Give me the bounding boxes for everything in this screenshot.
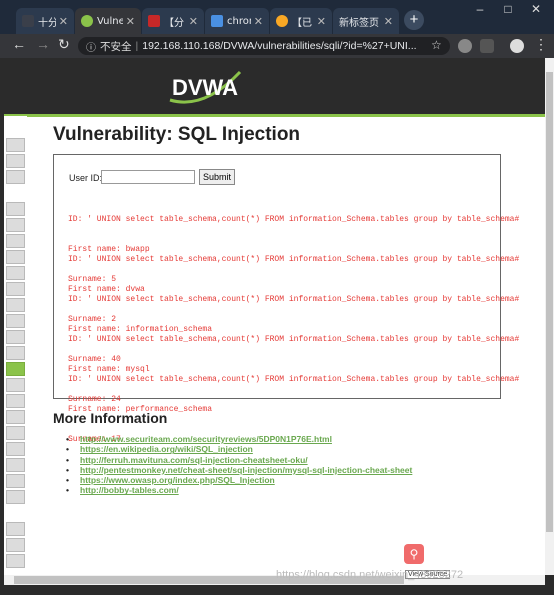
tab-favicon-icon xyxy=(81,15,93,27)
vertical-scrollbar[interactable] xyxy=(545,58,554,575)
menu-item[interactable] xyxy=(6,522,25,536)
reload-icon[interactable]: ↻ xyxy=(58,36,70,53)
user-id-label: User ID: xyxy=(69,173,103,183)
watermark: https://blog.csdn.net/weixin_43925272 xyxy=(276,569,464,581)
menu-item[interactable] xyxy=(6,154,25,168)
menu-item[interactable] xyxy=(6,538,25,552)
menu-item[interactable] xyxy=(6,298,25,312)
security-label: 不安全 xyxy=(100,40,132,53)
menu-item[interactable] xyxy=(6,426,25,440)
menu-item[interactable] xyxy=(6,202,25,216)
menu-item[interactable] xyxy=(6,170,25,184)
logo-text: DVWA xyxy=(172,75,238,100)
more-info-links: http://www.securiteam.com/securityreview… xyxy=(66,434,412,496)
menu-item[interactable] xyxy=(6,330,25,344)
close-window-icon[interactable]: ✕ xyxy=(522,2,550,16)
close-icon[interactable]: ✕ xyxy=(126,15,135,28)
tab-title: 十分钟 xyxy=(38,17,56,29)
menu-item[interactable] xyxy=(6,490,25,504)
close-icon[interactable]: ✕ xyxy=(384,15,393,28)
menu-item[interactable] xyxy=(6,554,25,568)
user-id-input[interactable] xyxy=(101,170,195,184)
page-viewport: DVWA Vulnerability: SQL Injection User I… xyxy=(4,58,545,575)
reference-link[interactable]: http://www.securiteam.com/securityreview… xyxy=(66,434,412,444)
separator: | xyxy=(135,40,139,52)
menu-item[interactable] xyxy=(6,458,25,472)
header-accent-bar xyxy=(4,114,545,117)
scrollbar-thumb[interactable] xyxy=(546,72,553,532)
result-id: ID: ' UNION select table_schema,count(*)… xyxy=(68,215,520,224)
horizontal-scrollbar[interactable] xyxy=(4,575,545,585)
tab-2[interactable]: 【分 ✕ xyxy=(142,8,204,34)
result-id: ID: ' UNION select table_schema,count(*)… xyxy=(68,375,520,384)
submit-button[interactable]: Submit xyxy=(199,169,235,185)
menu-item[interactable] xyxy=(6,218,25,232)
vulnerable-code-area: User ID: Submit ID: ' UNION select table… xyxy=(53,154,519,444)
tab-3[interactable]: chron ✕ xyxy=(205,8,269,34)
extension-h-icon[interactable] xyxy=(480,39,494,53)
tab-title: 【分 xyxy=(164,17,184,29)
url-text: 192.168.110.168/DVWA/vulnerabilities/sql… xyxy=(142,40,417,52)
browser-toolbar: ← → ↻ ⓘ 不安全 | 192.168.110.168/DVWA/vulne… xyxy=(0,34,554,58)
minimize-icon[interactable]: – xyxy=(466,2,494,16)
menu-item-active[interactable] xyxy=(6,362,25,376)
bottom-bar xyxy=(0,585,554,595)
extension-icon[interactable] xyxy=(458,39,472,53)
tab-4[interactable]: 【已 ✕ xyxy=(270,8,332,34)
new-tab-button[interactable]: + xyxy=(404,10,424,30)
tab-title: Vulne xyxy=(97,15,123,27)
close-icon[interactable]: ✕ xyxy=(189,15,198,28)
maximize-icon[interactable]: □ xyxy=(494,2,522,16)
more-info-heading: More Information xyxy=(53,410,168,426)
close-icon[interactable]: ✕ xyxy=(317,15,326,28)
reference-link[interactable]: https://en.wikipedia.org/wiki/SQL_inject… xyxy=(66,444,412,454)
tab-title: chron xyxy=(227,15,251,27)
side-menu xyxy=(4,116,27,575)
forward-arrow-icon[interactable]: → xyxy=(36,36,50,52)
reference-link[interactable]: http://bobby-tables.com/ xyxy=(66,485,412,495)
menu-item[interactable] xyxy=(6,314,25,328)
menu-item[interactable] xyxy=(6,250,25,264)
result-id: ID: ' UNION select table_schema,count(*)… xyxy=(68,335,520,344)
close-icon[interactable]: ✕ xyxy=(254,15,263,28)
menu-item[interactable] xyxy=(6,266,25,280)
profile-avatar-icon[interactable] xyxy=(510,39,524,53)
reference-link[interactable]: http://ferruh.mavituna.com/sql-injection… xyxy=(66,455,412,465)
search-float-icon[interactable]: ⚲ xyxy=(404,544,424,564)
menu-kebab-icon[interactable]: ⋮ xyxy=(534,36,548,53)
menu-item[interactable] xyxy=(6,442,25,456)
menu-item[interactable] xyxy=(6,282,25,296)
tab-title: 新标签页 xyxy=(339,17,379,29)
menu-item[interactable] xyxy=(6,394,25,408)
tab-favicon-icon xyxy=(276,15,288,27)
menu-item[interactable] xyxy=(6,474,25,488)
browser-tab-strip: 十分钟 ✕ Vulne ✕ 【分 ✕ chron ✕ 【已 ✕ 新标签页 ✕ +… xyxy=(0,0,554,34)
info-icon[interactable]: ⓘ xyxy=(86,39,96,54)
menu-item[interactable] xyxy=(6,138,25,152)
tab-favicon-icon xyxy=(148,15,160,27)
menu-item[interactable] xyxy=(6,378,25,392)
reference-link[interactable]: https://www.owasp.org/index.php/SQL_Inje… xyxy=(66,475,412,485)
bookmark-star-icon[interactable]: ☆ xyxy=(431,38,442,52)
tab-favicon-icon xyxy=(211,15,223,27)
tab-0[interactable]: 十分钟 ✕ xyxy=(16,8,74,34)
page-title: Vulnerability: SQL Injection xyxy=(53,124,301,145)
menu-item[interactable] xyxy=(6,410,25,424)
dvwa-header: DVWA xyxy=(4,58,545,116)
back-arrow-icon[interactable]: ← xyxy=(12,36,26,52)
menu-item[interactable] xyxy=(6,346,25,360)
tab-1[interactable]: Vulne ✕ xyxy=(75,8,141,34)
result-id: ID: ' UNION select table_schema,count(*)… xyxy=(68,255,520,264)
result-id: ID: ' UNION select table_schema,count(*)… xyxy=(68,295,520,304)
address-bar[interactable]: ⓘ 不安全 | 192.168.110.168/DVWA/vulnerabili… xyxy=(78,37,450,55)
tab-5[interactable]: 新标签页 ✕ xyxy=(333,8,399,34)
tab-favicon-icon xyxy=(22,15,34,27)
reference-link[interactable]: http://pentestmonkey.net/cheat-sheet/sql… xyxy=(66,465,412,475)
menu-item[interactable] xyxy=(6,234,25,248)
close-icon[interactable]: ✕ xyxy=(59,15,68,28)
tab-title: 【已 xyxy=(292,17,312,29)
dvwa-logo: DVWA xyxy=(169,70,242,104)
